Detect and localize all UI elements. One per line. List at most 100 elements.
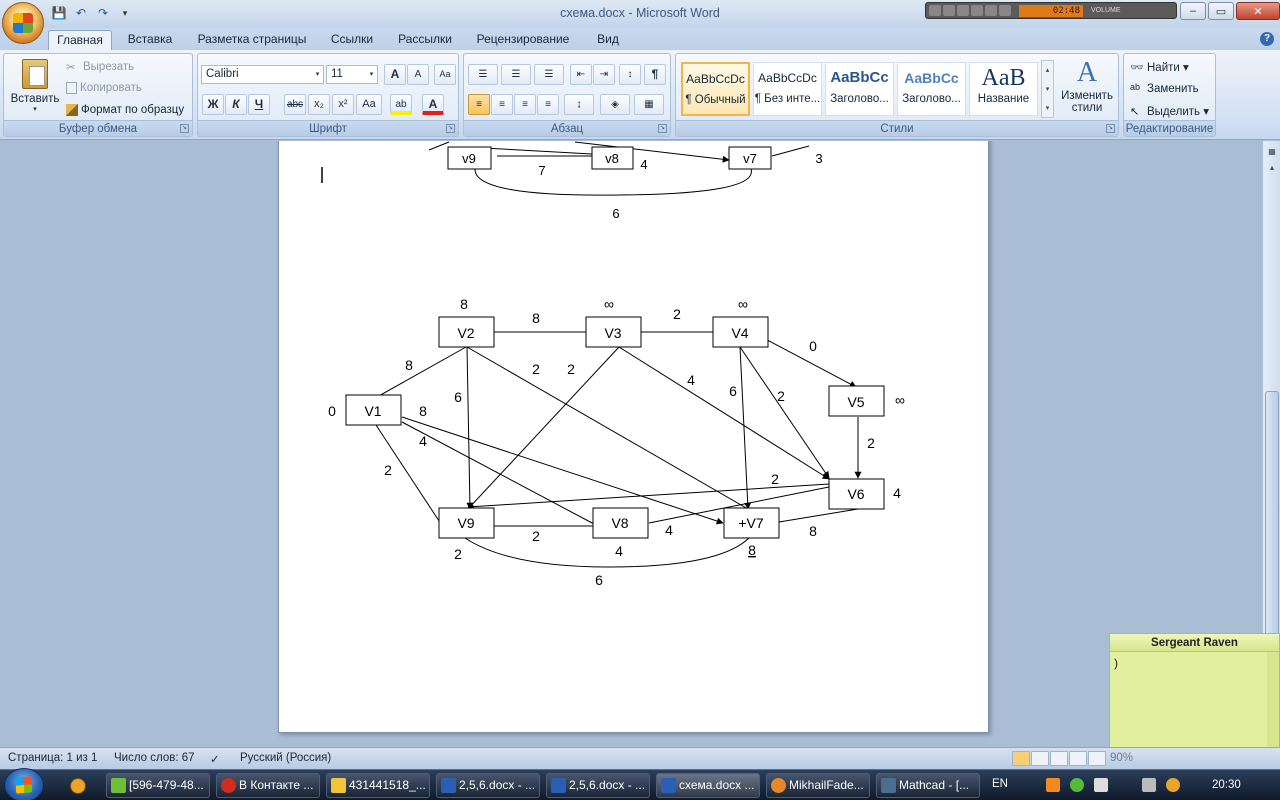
taskbar-item[interactable]: [596-479-48... xyxy=(106,773,210,798)
outline-icon[interactable] xyxy=(1069,751,1087,766)
scroll-up-arrow[interactable]: ▴ xyxy=(1265,161,1279,175)
word-count[interactable]: Число слов: 67 xyxy=(114,752,195,764)
language[interactable]: Русский (Россия) xyxy=(240,752,331,764)
media-volume[interactable]: VOLUME xyxy=(1091,7,1161,14)
multilevel-list-icon[interactable]: ☰ xyxy=(534,64,564,85)
media-button[interactable] xyxy=(929,5,941,16)
taskbar-item[interactable]: 2,5,6.docx - ... xyxy=(546,773,650,798)
web-layout-icon[interactable] xyxy=(1050,751,1068,766)
tab-review[interactable]: Рецензирование xyxy=(470,30,576,50)
tab-mailings[interactable]: Рассылки xyxy=(390,30,460,50)
align-left-icon[interactable]: ≡ xyxy=(468,94,490,115)
line-spacing-icon[interactable]: ↨ xyxy=(564,94,594,115)
tab-insert[interactable]: Вставка xyxy=(118,30,182,50)
media-button[interactable] xyxy=(999,5,1011,16)
media-tray-icon[interactable] xyxy=(1046,778,1060,792)
media-button[interactable] xyxy=(971,5,983,16)
style-title[interactable]: AaB Название xyxy=(969,62,1038,116)
network-icon[interactable] xyxy=(1166,778,1180,792)
language-indicator[interactable]: EN xyxy=(992,778,1008,790)
proofing-icon[interactable]: ✓ xyxy=(210,752,220,766)
sticky-note-text[interactable]: ) xyxy=(1110,652,1279,674)
tab-page-layout[interactable]: Разметка страницы xyxy=(192,30,312,50)
find-button[interactable]: 👓 Найти ▾ xyxy=(1130,60,1189,75)
paste-button[interactable]: Вставить ▾ xyxy=(8,56,62,118)
tab-home[interactable]: Главная xyxy=(48,30,112,50)
maximize-button[interactable]: ▭ xyxy=(1208,2,1234,20)
device-tray-icon[interactable] xyxy=(1094,778,1108,792)
styles-scroll[interactable]: ▴ ▾ ▾ xyxy=(1041,60,1054,118)
ruler-toggle-icon[interactable]: ▦ xyxy=(1265,145,1279,159)
print-layout-icon[interactable] xyxy=(1012,751,1030,766)
increase-indent-icon[interactable]: ⇥ xyxy=(593,64,615,85)
bullets-icon[interactable]: ☰ xyxy=(468,64,498,85)
page-count[interactable]: Страница: 1 из 1 xyxy=(8,752,97,764)
minimize-button[interactable]: – xyxy=(1180,2,1206,20)
align-right-icon[interactable]: ≡ xyxy=(514,94,536,115)
underline-button[interactable]: Ч xyxy=(248,94,270,115)
show-marks-button[interactable]: ¶ xyxy=(644,64,666,85)
font-name-value: Calibri xyxy=(206,68,239,80)
justify-icon[interactable]: ≡ xyxy=(537,94,559,115)
style-heading-2[interactable]: AaBbCc Заголово... xyxy=(897,62,966,116)
subscript-button[interactable]: x₂ xyxy=(308,94,330,115)
format-painter-button[interactable]: Формат по образцу xyxy=(66,104,184,116)
edge-label: 2 xyxy=(567,361,575,377)
full-screen-reading-icon[interactable] xyxy=(1031,751,1049,766)
bold-button[interactable]: Ж xyxy=(202,94,224,115)
shading-icon[interactable]: ◈ xyxy=(600,94,630,115)
style-normal[interactable]: AaBbCcDc ¶ Обычный xyxy=(681,62,750,116)
strikethrough-button[interactable]: abc xyxy=(284,94,306,115)
taskbar-item[interactable]: 2,5,6.docx - ... xyxy=(436,773,540,798)
media-button[interactable] xyxy=(957,5,969,16)
tab-view[interactable]: Вид xyxy=(586,30,630,50)
close-button[interactable]: ✕ xyxy=(1236,2,1280,20)
font-color-button[interactable]: A xyxy=(422,94,444,115)
help-icon[interactable]: ? xyxy=(1260,32,1274,46)
shrink-font-button[interactable]: A xyxy=(407,64,429,85)
decrease-indent-icon[interactable]: ⇤ xyxy=(570,64,592,85)
dialog-launcher-icon[interactable]: ↘ xyxy=(446,124,455,133)
taskbar-item[interactable]: схема.docx ... xyxy=(656,773,760,798)
change-styles-button[interactable]: A Изменить стили xyxy=(1058,56,1116,120)
dialog-launcher-icon[interactable]: ↘ xyxy=(1106,124,1115,133)
cut-button[interactable]: ✂ Вырезать xyxy=(66,60,134,74)
taskbar-item[interactable]: Mathcad - [... xyxy=(876,773,980,798)
office-button[interactable] xyxy=(2,2,44,44)
align-center-icon[interactable]: ≡ xyxy=(491,94,513,115)
font-size-combo[interactable]: 11 ▾ xyxy=(326,65,378,84)
document-page[interactable]: v9 v8 v7 7 4 3 6 V1 V2 V3 V4 V5 V6 +V7 V… xyxy=(278,141,989,733)
zoom-level[interactable]: 90% xyxy=(1110,752,1133,764)
scroll-thumb[interactable] xyxy=(1265,391,1279,661)
tab-references[interactable]: Ссылки xyxy=(322,30,382,50)
taskbar-item[interactable]: В Контакте ... xyxy=(216,773,320,798)
start-button[interactable] xyxy=(4,768,44,800)
italic-button[interactable]: К xyxy=(225,94,247,115)
taskbar-item[interactable]: 431441518_... xyxy=(326,773,430,798)
change-case-button[interactable]: Aa xyxy=(356,94,382,115)
draft-icon[interactable] xyxy=(1088,751,1106,766)
volume-icon[interactable] xyxy=(1142,778,1156,792)
clock[interactable]: 20:30 xyxy=(1212,779,1241,791)
sort-icon[interactable]: ↕ xyxy=(619,64,641,85)
style-heading-1[interactable]: AaBbCc Заголово... xyxy=(825,62,894,116)
clear-format-button[interactable]: Aa xyxy=(434,64,456,85)
style-no-spacing[interactable]: AaBbCcDc ¶ Без инте... xyxy=(753,62,822,116)
clover-tray-icon[interactable] xyxy=(1070,778,1084,792)
quick-launch-icon[interactable] xyxy=(70,778,86,794)
borders-icon[interactable]: ▦ xyxy=(634,94,664,115)
media-button[interactable] xyxy=(985,5,997,16)
select-button[interactable]: ↖ Выделить ▾ xyxy=(1130,104,1209,119)
media-button[interactable] xyxy=(943,5,955,16)
replace-button[interactable]: ab Заменить xyxy=(1130,82,1199,96)
dialog-launcher-icon[interactable]: ↘ xyxy=(658,124,667,133)
font-name-combo[interactable]: Calibri ▾ xyxy=(201,65,324,84)
edge-label: 2 xyxy=(771,471,779,487)
grow-font-button[interactable]: A xyxy=(384,64,406,85)
copy-button[interactable]: Копировать xyxy=(66,82,142,94)
dialog-launcher-icon[interactable]: ↘ xyxy=(180,124,189,133)
numbering-icon[interactable]: ☰ xyxy=(501,64,531,85)
superscript-button[interactable]: x² xyxy=(332,94,354,115)
highlight-button[interactable]: ab xyxy=(390,94,412,115)
taskbar-item[interactable]: MikhailFade... xyxy=(766,773,870,798)
